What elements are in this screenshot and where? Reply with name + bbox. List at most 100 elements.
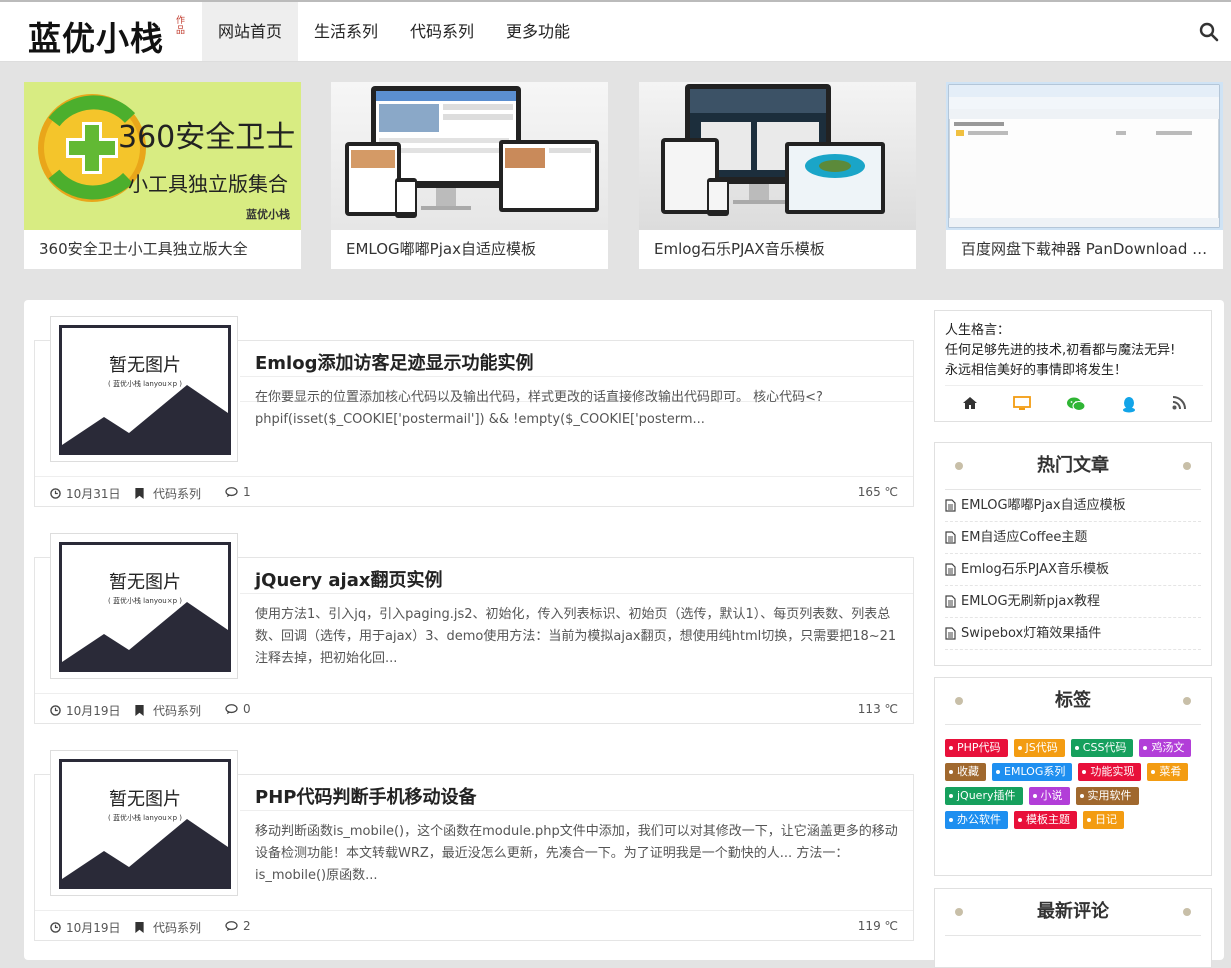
post-thumbnail[interactable]: 暂无图片 ( 蓝优小栈 lanyou×p )	[50, 750, 238, 896]
tag-item[interactable]: JS代码	[1013, 739, 1065, 757]
wechat-icon[interactable]	[1066, 396, 1086, 412]
featured-caption[interactable]: Emlog石乐PJAX音乐模板	[639, 230, 916, 269]
title-underline	[240, 810, 913, 811]
tag-item[interactable]: 日记	[1083, 811, 1124, 829]
featured-card-shile-music[interactable]: Emlog石乐PJAX音乐模板	[639, 82, 916, 269]
home-icon[interactable]	[962, 396, 978, 410]
comment-count: 1	[243, 485, 251, 499]
title-underline	[240, 593, 913, 594]
post-excerpt: 在你要显示的位置添加核心代码以及输出代码，样式更改的话直接修改输出代码即可。 核…	[255, 390, 823, 427]
post-thumbnail[interactable]: 暂无图片 ( 蓝优小栈 lanyou×p )	[50, 316, 238, 462]
placeholder-title: 暂无图片	[109, 789, 181, 810]
comments-icon	[225, 920, 238, 931]
placeholder-image: 暂无图片 ( 蓝优小栈 lanyou×p )	[59, 759, 231, 889]
widget-title: 最新评论	[945, 889, 1201, 936]
featured-card-360[interactable]: 360安全卫士 小工具独立版集合 蓝优小栈 360安全卫士小工具独立版大全	[24, 82, 301, 269]
devices-mockup-image	[661, 84, 885, 216]
comments-icon	[225, 703, 238, 714]
mountain-placeholder-icon	[59, 325, 231, 455]
featured-card-emlog-dudu[interactable]: EMLOG嘟嘟Pjax自适应模板	[331, 82, 608, 269]
hot-item-label[interactable]: EM自适应Coffee主题	[961, 522, 1087, 553]
placeholder-subtitle: ( 蓝优小栈 lanyou×p )	[108, 597, 182, 605]
post-comments[interactable]: 0	[225, 702, 251, 716]
rss-icon[interactable]	[1172, 396, 1186, 410]
tag-item[interactable]: 小说	[1028, 787, 1070, 805]
widget-title: 热门文章	[945, 443, 1201, 490]
hot-item[interactable]: Swipebox灯箱效果插件	[945, 618, 1201, 650]
featured-caption[interactable]: 360安全卫士小工具独立版大全	[24, 230, 301, 269]
tag-item[interactable]: 功能实现	[1078, 763, 1142, 781]
post-title[interactable]: Emlog添加访客足迹显示功能实例	[255, 349, 533, 375]
post-footer: 10月19日 代码系列 2 119 ℃	[35, 910, 913, 941]
tag-item[interactable]: PHP代码	[945, 739, 1008, 757]
qq-icon[interactable]	[1121, 396, 1137, 413]
post-date: 10月19日	[50, 919, 121, 936]
placeholder-title: 暂无图片	[109, 572, 181, 593]
nav-more[interactable]: 更多功能	[490, 2, 586, 61]
category-text[interactable]: 代码系列	[153, 702, 201, 719]
post-category[interactable]: 代码系列	[135, 485, 201, 502]
post-comments[interactable]: 1	[225, 485, 251, 499]
nav-code[interactable]: 代码系列	[394, 2, 490, 61]
logo-stamp: 作品	[176, 16, 186, 36]
hot-item[interactable]: EMLOG嘟嘟Pjax自适应模板	[945, 490, 1201, 522]
social-links	[945, 385, 1203, 413]
hot-item-label[interactable]: EMLOG无刷新pjax教程	[961, 586, 1100, 617]
bookmark-icon	[135, 488, 144, 499]
hot-item-label[interactable]: EMLOG嘟嘟Pjax自适应模板	[961, 490, 1126, 521]
hot-item-label[interactable]: Swipebox灯箱效果插件	[961, 618, 1101, 649]
tag-item[interactable]: 菜肴	[1147, 763, 1189, 781]
site-logo[interactable]: 蓝优小栈	[28, 12, 164, 60]
featured-image	[946, 82, 1223, 230]
title-underline	[240, 376, 913, 377]
post-comments[interactable]: 2	[225, 919, 251, 933]
comment-count: 0	[243, 702, 251, 716]
featured-card-pandownload[interactable]: 百度网盘下载神器 PanDownload v...	[946, 82, 1223, 269]
hot-title: 热门文章	[1037, 455, 1109, 476]
hot-item[interactable]: EMLOG无刷新pjax教程	[945, 586, 1201, 618]
banner-subtitle: 小工具独立版集合	[128, 172, 288, 196]
bookmark-icon	[135, 922, 144, 933]
widget-title: 标签	[945, 678, 1201, 725]
placeholder-subtitle: ( 蓝优小栈 lanyou×p )	[108, 380, 182, 388]
category-text[interactable]: 代码系列	[153, 485, 201, 502]
desktop-icon[interactable]	[1013, 396, 1032, 411]
bookmark-icon	[135, 705, 144, 716]
hot-item[interactable]: EM自适应Coffee主题	[945, 522, 1201, 554]
tag-item[interactable]: 办公软件	[945, 811, 1008, 829]
main-nav: 网站首页 生活系列 代码系列 更多功能	[202, 2, 586, 61]
featured-caption[interactable]: EMLOG嘟嘟Pjax自适应模板	[331, 230, 608, 269]
title-dot	[955, 462, 963, 470]
featured-caption[interactable]: 百度网盘下载神器 PanDownload v...	[946, 230, 1223, 269]
featured-image	[331, 82, 608, 230]
tag-item[interactable]: 收藏	[945, 763, 986, 781]
tags-widget: 标签 PHP代码 JS代码 CSS代码 鸡汤文收藏 EMLOG系列 功能实现 菜肴 jQuer…	[934, 677, 1212, 876]
date-text: 10月31日	[66, 487, 121, 501]
tag-item[interactable]: 实用软件	[1075, 787, 1139, 805]
post-views: 119 ℃	[857, 919, 898, 933]
document-icon	[945, 563, 956, 576]
tag-item[interactable]: 模板主题	[1014, 811, 1077, 829]
comments-icon	[225, 486, 238, 497]
nav-home[interactable]: 网站首页	[202, 2, 299, 61]
hot-item-label[interactable]: Emlog石乐PJAX音乐模板	[961, 554, 1109, 585]
category-text[interactable]: 代码系列	[153, 919, 201, 936]
post-title[interactable]: PHP代码判断手机移动设备	[255, 783, 476, 809]
title-dot	[1183, 462, 1191, 470]
motto-line-2: 永远相信美好的事情即将发生！	[945, 363, 1128, 378]
hot-item[interactable]: Emlog石乐PJAX音乐模板	[945, 554, 1201, 586]
post-footer: 10月31日 代码系列 1 165 ℃	[35, 476, 913, 507]
tag-item[interactable]: 鸡汤文	[1139, 739, 1192, 757]
placeholder-image: 暂无图片 ( 蓝优小栈 lanyou×p )	[59, 325, 231, 455]
search-icon[interactable]	[1199, 22, 1219, 42]
post-category[interactable]: 代码系列	[135, 702, 201, 719]
tag-item[interactable]: CSS代码	[1070, 739, 1134, 757]
tag-item[interactable]: jQuery插件	[945, 787, 1023, 805]
placeholder-subtitle: ( 蓝优小栈 lanyou×p )	[108, 814, 182, 822]
post-title[interactable]: jQuery ajax翻页实例	[255, 566, 442, 592]
nav-life[interactable]: 生活系列	[298, 2, 394, 61]
document-icon	[945, 595, 956, 608]
tag-item[interactable]: EMLOG系列	[992, 763, 1073, 781]
post-thumbnail[interactable]: 暂无图片 ( 蓝优小栈 lanyou×p )	[50, 533, 238, 679]
post-category[interactable]: 代码系列	[135, 919, 201, 936]
